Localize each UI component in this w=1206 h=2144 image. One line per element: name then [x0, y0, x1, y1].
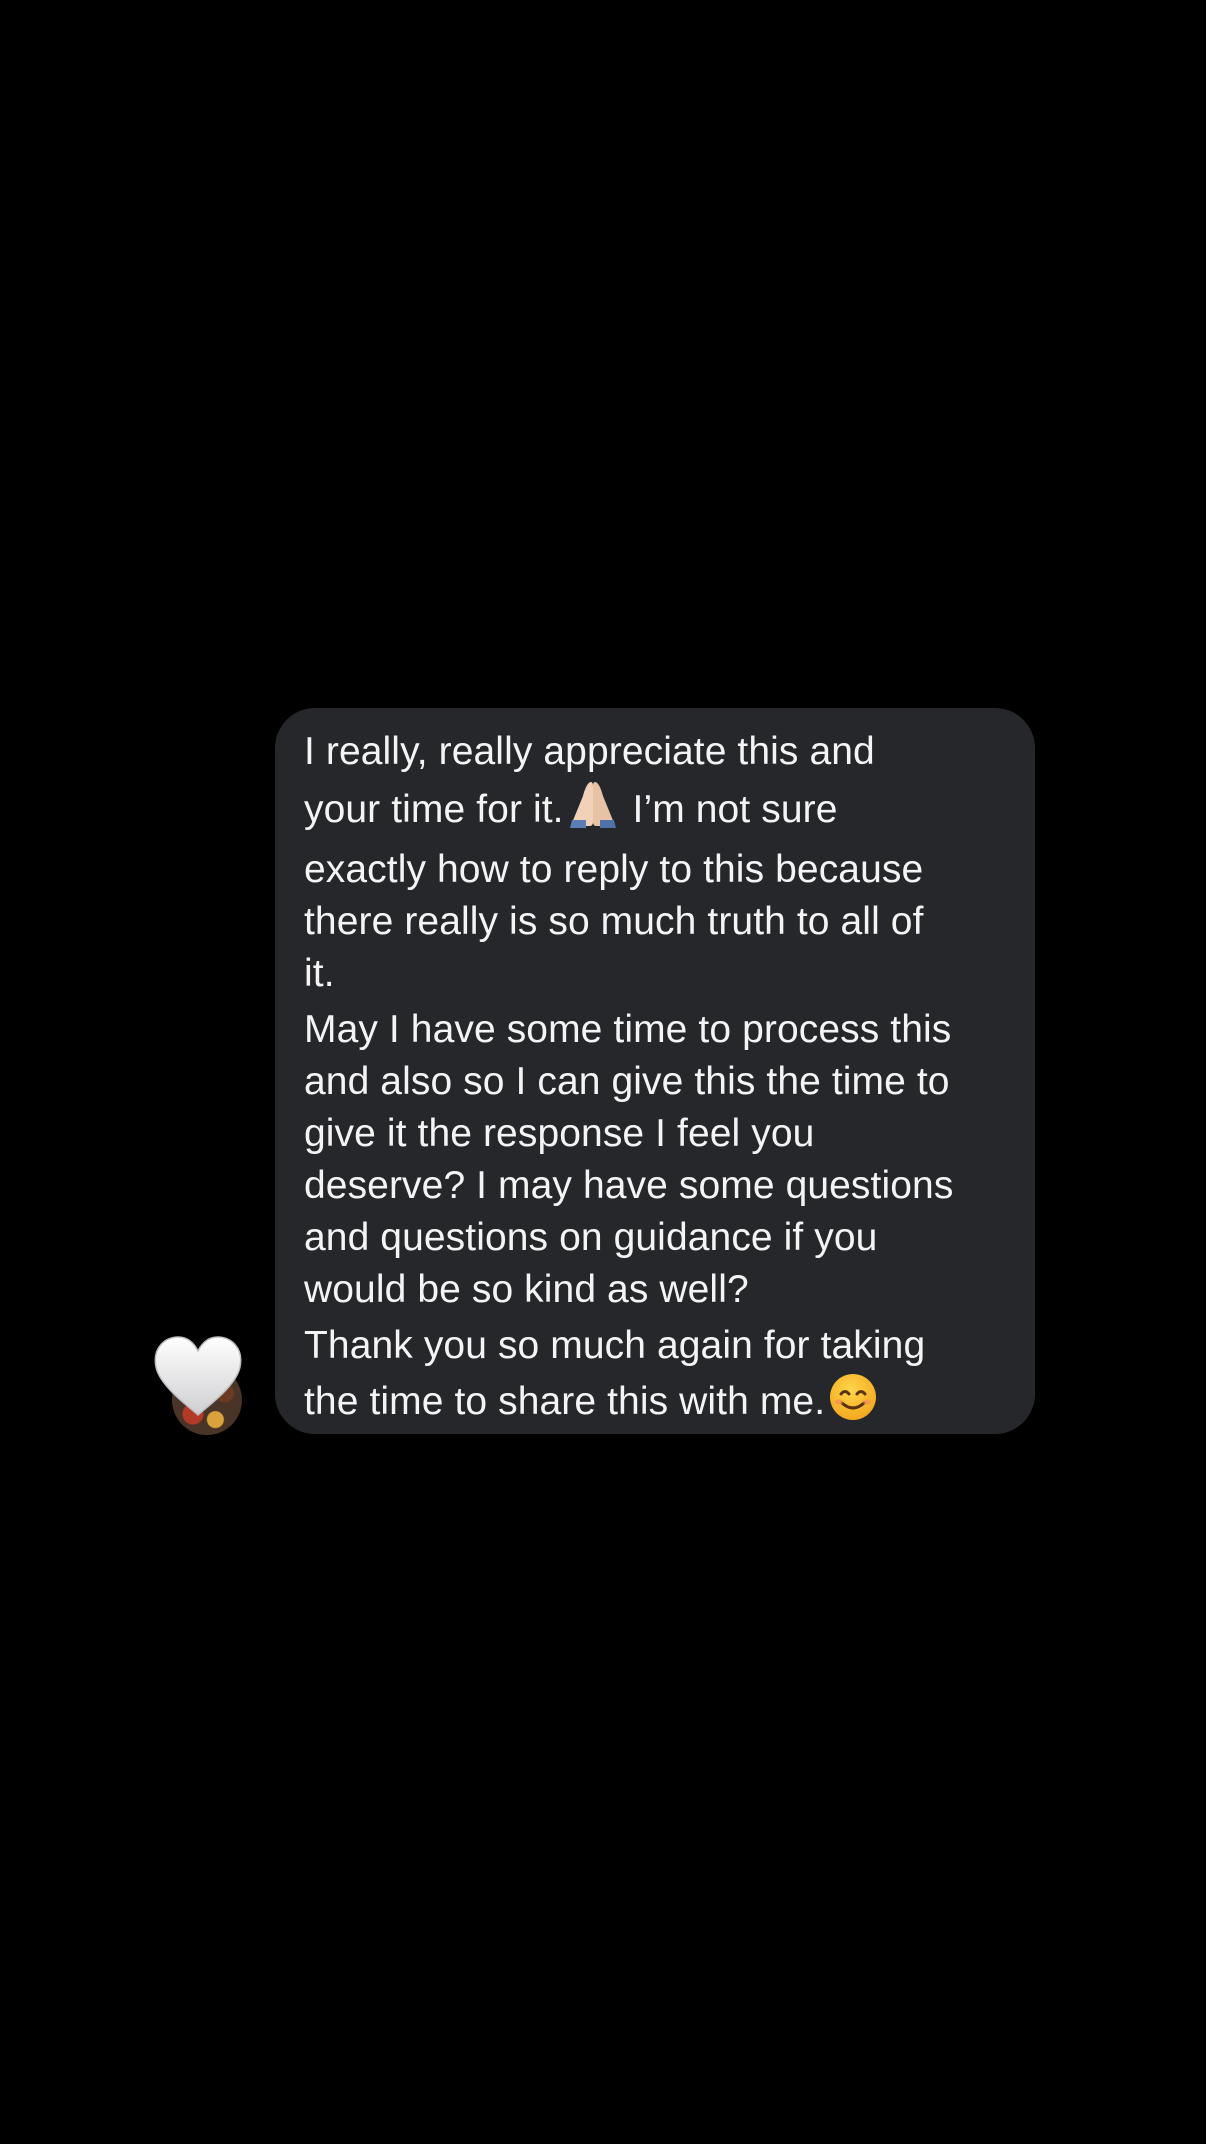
message-line: it. — [304, 952, 335, 995]
message-line: deserve? I may have some questions — [304, 1164, 954, 1207]
message-line: your time for it. — [304, 788, 564, 831]
message-paragraph: Thank you so much again for taking the t… — [304, 1320, 1015, 1436]
message-line: the time to share this with me. — [304, 1380, 826, 1423]
message-line: and questions on guidance if you — [304, 1216, 878, 1259]
message-line: I’m not sure — [632, 788, 838, 831]
message-paragraph: I really, really appreciate this and you… — [304, 726, 1015, 1000]
message-line: and also so I can give this the time to — [304, 1060, 950, 1103]
message-line: May I have some time to process this — [304, 1008, 952, 1051]
folded-hands-icon — [564, 778, 622, 844]
message-line: give it the response I feel you — [304, 1112, 815, 1155]
received-message-bubble[interactable]: I really, really appreciate this and you… — [275, 708, 1035, 1434]
smiling-face-icon — [825, 1372, 879, 1436]
message-line: there really is so much truth to all of — [304, 900, 924, 943]
message-line: exactly how to reply to this because — [304, 848, 924, 891]
message-line: Thank you so much again for taking — [304, 1324, 926, 1367]
message-thread: I really, really appreciate this and you… — [0, 0, 1206, 2144]
white-heart-icon[interactable] — [152, 1333, 244, 1419]
sender-avatar-group[interactable] — [152, 1333, 248, 1439]
message-line: I really, really appreciate this and — [304, 730, 875, 773]
message-paragraph: May I have some time to process this and… — [304, 1004, 1015, 1316]
message-line: would be so kind as well? — [304, 1268, 749, 1311]
